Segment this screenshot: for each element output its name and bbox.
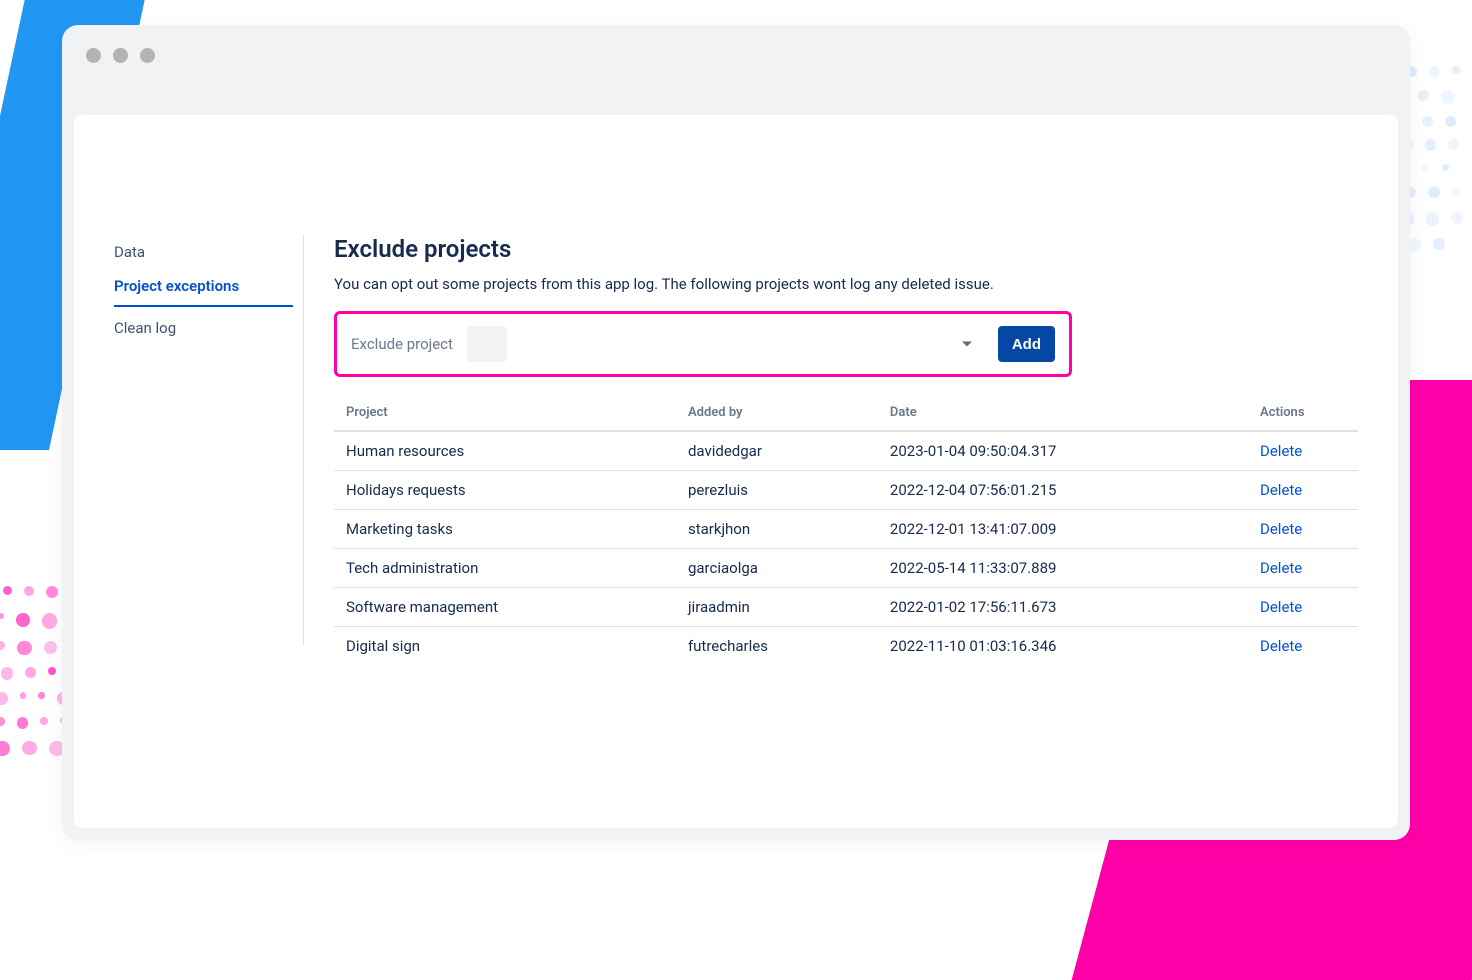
cell-project: Human resources — [334, 431, 676, 471]
cell-action: Delete — [1248, 471, 1358, 510]
table-header-row: Project Added by Date Actions — [334, 395, 1358, 431]
add-button[interactable]: Add — [998, 326, 1055, 362]
cell-action: Delete — [1248, 588, 1358, 627]
delete-link[interactable]: Delete — [1260, 520, 1302, 538]
cell-project: Digital sign — [334, 627, 676, 666]
projects-table: Project Added by Date Actions Human reso… — [334, 395, 1358, 665]
delete-link[interactable]: Delete — [1260, 559, 1302, 577]
table-row: Software managementjiraadmin2022-01-02 1… — [334, 588, 1358, 627]
delete-link[interactable]: Delete — [1260, 637, 1302, 655]
cell-date: 2022-05-14 11:33:07.889 — [878, 549, 1248, 588]
cell-added-by: futrecharles — [676, 627, 878, 666]
cell-action: Delete — [1248, 627, 1358, 666]
cell-action: Delete — [1248, 431, 1358, 471]
table-row: Holidays requestsperezluis2022-12-04 07:… — [334, 471, 1358, 510]
cell-project: Tech administration — [334, 549, 676, 588]
cell-added-by: davidedgar — [676, 431, 878, 471]
cell-date: 2023-01-04 09:50:04.317 — [878, 431, 1248, 471]
browser-dot-3 — [140, 48, 155, 63]
cell-project: Software management — [334, 588, 676, 627]
table-row: Marketing tasksstarkjhon2022-12-01 13:41… — [334, 510, 1358, 549]
browser-dot-1 — [86, 48, 101, 63]
cell-action: Delete — [1248, 510, 1358, 549]
delete-link[interactable]: Delete — [1260, 598, 1302, 616]
cell-date: 2022-12-04 07:56:01.215 — [878, 471, 1248, 510]
cell-action: Delete — [1248, 549, 1358, 588]
table-row: Tech administrationgarciaolga2022-05-14 … — [334, 549, 1358, 588]
cell-project: Marketing tasks — [334, 510, 676, 549]
th-actions: Actions — [1248, 395, 1358, 431]
sidebar: Data Project exceptions Clean log — [114, 235, 304, 645]
delete-link[interactable]: Delete — [1260, 481, 1302, 499]
cell-date: 2022-11-10 01:03:16.346 — [878, 627, 1248, 666]
sidebar-item-data[interactable]: Data — [114, 235, 293, 269]
cell-date: 2022-01-02 17:56:11.673 — [878, 588, 1248, 627]
page-description: You can opt out some projects from this … — [334, 275, 1358, 293]
th-project: Project — [334, 395, 676, 431]
sidebar-item-clean-log[interactable]: Clean log — [114, 311, 293, 345]
cell-added-by: perezluis — [676, 471, 878, 510]
exclude-project-form: Exclude project Add — [334, 311, 1072, 377]
cell-added-by: starkjhon — [676, 510, 878, 549]
cell-project: Holidays requests — [334, 471, 676, 510]
browser-header — [62, 25, 1410, 85]
cell-added-by: jiraadmin — [676, 588, 878, 627]
browser-dot-2 — [113, 48, 128, 63]
exclude-project-label: Exclude project — [351, 335, 453, 353]
cell-date: 2022-12-01 13:41:07.009 — [878, 510, 1248, 549]
exclude-project-select[interactable] — [467, 326, 507, 362]
table-row: Human resourcesdavidedgar2023-01-04 09:5… — [334, 431, 1358, 471]
th-added-by: Added by — [676, 395, 878, 431]
table-row: Digital signfutrecharles2022-11-10 01:03… — [334, 627, 1358, 666]
exclude-project-select-wrapper — [467, 326, 984, 362]
th-date: Date — [878, 395, 1248, 431]
main-content: Exclude projects You can opt out some pr… — [304, 235, 1398, 828]
delete-link[interactable]: Delete — [1260, 442, 1302, 460]
page-title: Exclude projects — [334, 235, 1358, 263]
sidebar-item-project-exceptions[interactable]: Project exceptions — [114, 269, 293, 307]
browser-content: Data Project exceptions Clean log Exclud… — [74, 115, 1398, 828]
browser-window: Data Project exceptions Clean log Exclud… — [62, 25, 1410, 840]
cell-added-by: garciaolga — [676, 549, 878, 588]
